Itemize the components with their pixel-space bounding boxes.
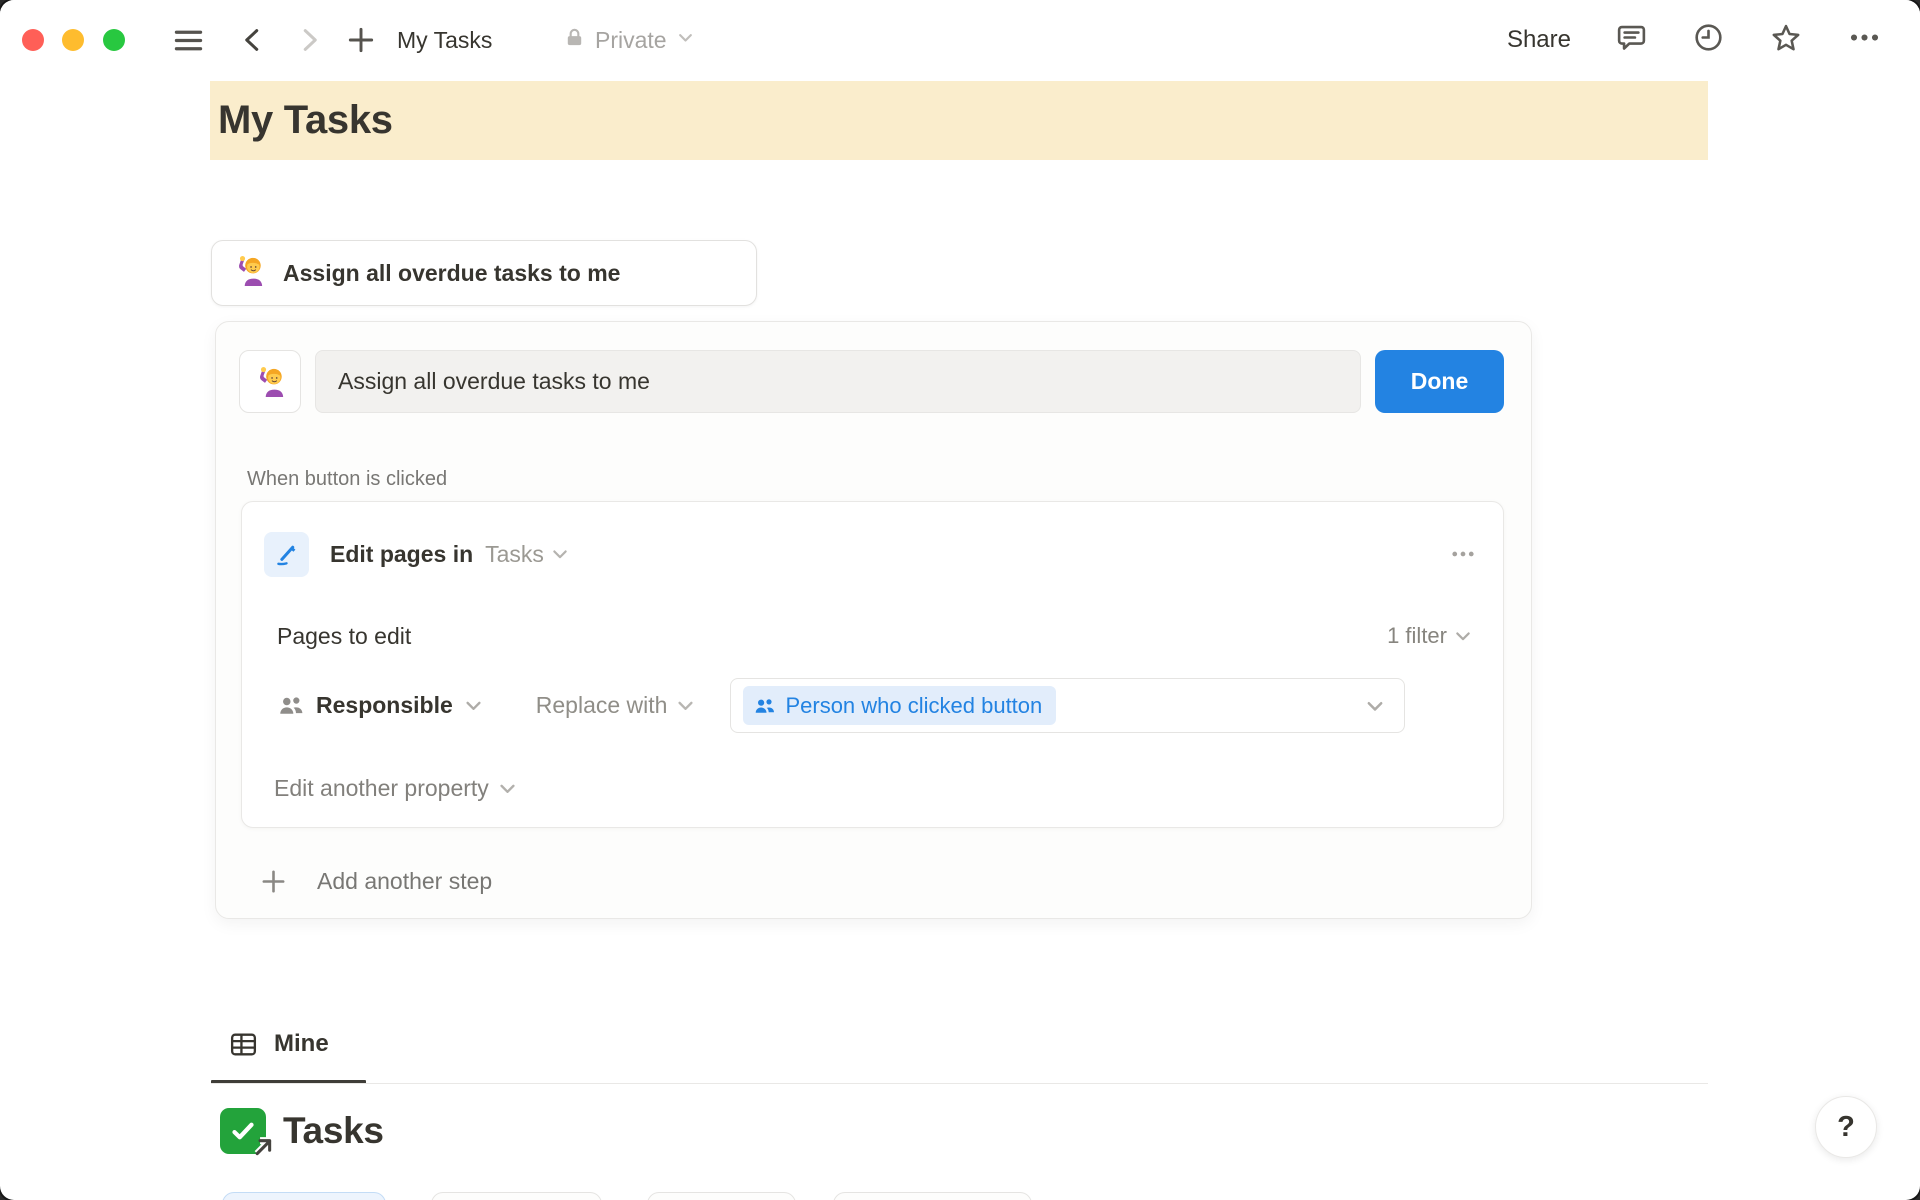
titlebar: My Tasks Private Share [0, 0, 1920, 80]
chevron-down-icon [497, 778, 518, 799]
forward-icon[interactable] [292, 23, 326, 57]
step-database-dropdown[interactable]: Tasks [485, 541, 570, 568]
hamburger-icon[interactable] [171, 23, 205, 57]
database-title[interactable]: Tasks [283, 1110, 384, 1152]
filter-pill[interactable] [833, 1192, 1032, 1200]
woman-raising-hand-emoji [255, 366, 286, 397]
new-page-icon[interactable] [344, 23, 378, 57]
operation-dropdown[interactable]: Replace with [536, 692, 697, 719]
notion-window: My Tasks Private Share [0, 0, 1920, 1200]
woman-raising-hand-emoji [234, 255, 265, 291]
filter-pill[interactable] [222, 1192, 386, 1200]
privacy-dropdown[interactable]: Private [563, 0, 695, 80]
favorite-star-icon[interactable] [1769, 21, 1803, 60]
pages-to-edit-label: Pages to edit [277, 623, 411, 650]
filter-dropdown[interactable]: 1 filter [1387, 623, 1473, 649]
button-name-input[interactable] [315, 350, 1361, 413]
automation-step-card: Edit pages in Tasks Pages to edit 1 filt… [241, 501, 1504, 828]
button-icon-picker[interactable] [239, 350, 301, 413]
chevron-down-icon [1453, 626, 1473, 646]
filter-pill[interactable] [431, 1192, 602, 1200]
value-select[interactable]: Person who clicked button [730, 678, 1405, 733]
page-title-highlight: My Tasks [210, 81, 1708, 160]
help-button[interactable]: ? [1815, 1096, 1877, 1158]
chevron-down-icon [1364, 695, 1386, 717]
more-ellipsis-icon[interactable] [1847, 20, 1882, 60]
chevron-down-icon [675, 695, 696, 716]
property-dropdown[interactable]: Responsible [277, 691, 484, 720]
person-value-pill: Person who clicked button [743, 686, 1056, 725]
zoom-window-button[interactable] [103, 29, 125, 51]
database-heading: Tasks [220, 1108, 384, 1154]
edit-pages-icon [264, 532, 309, 577]
minimize-window-button[interactable] [62, 29, 84, 51]
step-more-ellipsis-icon[interactable] [1448, 539, 1478, 569]
step-action-label: Edit pages in [330, 541, 473, 568]
table-view-icon [228, 1029, 259, 1060]
edit-another-property[interactable]: Edit another property [274, 770, 518, 806]
back-icon[interactable] [236, 23, 270, 57]
comments-icon[interactable] [1615, 21, 1648, 59]
privacy-label: Private [595, 27, 667, 54]
trigger-caption: When button is clicked [247, 468, 447, 491]
tasks-check-emoji [220, 1108, 266, 1154]
tab-divider [211, 1083, 1708, 1084]
lock-icon [563, 26, 586, 54]
linked-database-arrow-icon [250, 1133, 273, 1161]
view-tab-mine[interactable]: Mine [228, 1022, 329, 1066]
chevron-down-icon [550, 544, 570, 564]
people-icon [277, 691, 306, 720]
page-title[interactable]: My Tasks [218, 98, 393, 143]
plus-icon [258, 866, 289, 897]
breadcrumb-title[interactable]: My Tasks [397, 0, 492, 80]
chevron-down-icon [463, 695, 484, 716]
filter-pill[interactable] [647, 1192, 796, 1200]
people-icon [753, 694, 777, 718]
automation-button[interactable]: Assign all overdue tasks to me [211, 240, 757, 306]
updates-clock-icon[interactable] [1692, 21, 1725, 59]
automation-button-label: Assign all overdue tasks to me [283, 260, 620, 287]
share-button[interactable]: Share [1507, 26, 1571, 54]
chevron-down-icon [676, 28, 695, 52]
button-editor-card: Done When button is clicked Edit pages i… [215, 321, 1532, 919]
close-window-button[interactable] [22, 29, 44, 51]
add-another-step[interactable]: Add another step [258, 862, 492, 900]
done-button[interactable]: Done [1375, 350, 1504, 413]
